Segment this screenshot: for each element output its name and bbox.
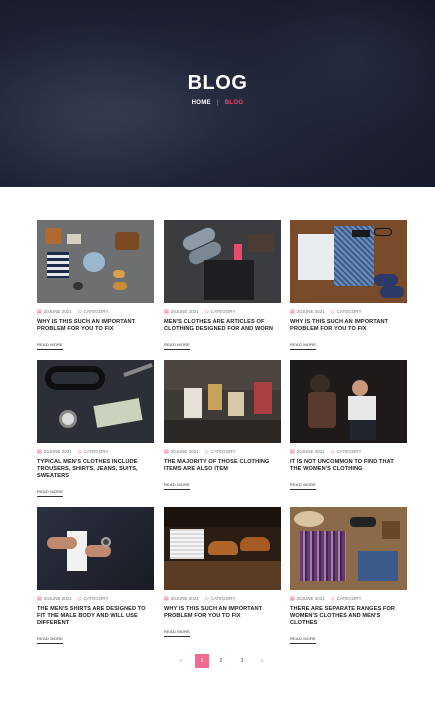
post-category[interactable]: CATEGORY [84, 309, 109, 314]
blog-card: ▤ 20JUNE 2021 ◇ CATEGORY THERE ARE SEPAR… [290, 507, 407, 645]
post-thumbnail[interactable] [37, 220, 154, 303]
post-category[interactable]: CATEGORY [337, 309, 362, 314]
calendar-icon: ▤ [290, 448, 295, 455]
post-meta: ▤ 20JUNE 2021 ◇ CATEGORY [164, 595, 281, 602]
read-more-link[interactable]: READ MORE [37, 489, 64, 497]
post-category[interactable]: CATEGORY [211, 449, 236, 454]
calendar-icon: ▤ [290, 308, 295, 315]
post-thumbnail[interactable] [37, 360, 154, 443]
post-meta: ▤ 20JUNE 2021 ◇ CATEGORY [37, 448, 154, 455]
post-meta: ▤ 20JUNE 2021 ◇ CATEGORY [37, 595, 154, 602]
post-meta: ▤ 20JUNE 2021 ◇ CATEGORY [164, 448, 281, 455]
breadcrumb-current: BLOG [224, 100, 244, 106]
next-page-button[interactable]: › [255, 654, 269, 668]
page-title: BLOG [187, 72, 248, 94]
blog-card: ▤ 20JUNE 2021 ◇ CATEGORY WHY IS THIS SUC… [290, 220, 407, 351]
post-category[interactable]: CATEGORY [211, 309, 236, 314]
post-thumbnail[interactable] [164, 220, 281, 303]
post-date: 20JUNE 2021 [43, 309, 72, 314]
post-thumbnail[interactable] [164, 360, 281, 443]
blog-card: ▤ 20JUNE 2021 ◇ CATEGORY THE MAJORITY OF… [164, 360, 281, 491]
post-date: 20JUNE 2021 [296, 449, 325, 454]
post-thumbnail[interactable] [164, 507, 281, 590]
page-2-button[interactable]: 2 [214, 654, 228, 668]
calendar-icon: ▤ [164, 308, 169, 315]
post-date: 20JUNE 2021 [170, 596, 199, 601]
read-more-link[interactable]: READ MORE [37, 636, 64, 644]
breadcrumb-separator: | [216, 100, 219, 106]
page-3-button[interactable]: 3 [235, 654, 249, 668]
read-more-link[interactable]: READ MORE [164, 482, 191, 490]
post-title[interactable]: THE MAJORITY OF THOSE CLOTHING ITEMS ARE… [164, 459, 281, 473]
blog-card: ▤ 20JUNE 2021 ◇ CATEGORY IT IS NOT UNCOM… [290, 360, 407, 491]
post-title[interactable]: MEN'S CLOTHES ARE ARTICLES OF CLOTHING D… [164, 319, 281, 333]
post-date: 20JUNE 2021 [296, 309, 325, 314]
post-date: 20JUNE 2021 [170, 449, 199, 454]
post-meta: ▤ 20JUNE 2021 ◇ CATEGORY [290, 308, 407, 315]
read-more-link[interactable]: READ MORE [164, 342, 191, 350]
blog-card: ▤ 20JUNE 2021 ◇ CATEGORY TYPICAL MEN'S C… [37, 360, 154, 498]
calendar-icon: ▤ [37, 448, 42, 455]
post-date: 20JUNE 2021 [43, 449, 72, 454]
calendar-icon: ▤ [164, 595, 169, 602]
read-more-link[interactable]: READ MORE [164, 629, 191, 637]
post-category[interactable]: CATEGORY [84, 596, 109, 601]
blog-card: ▤ 20JUNE 2021 ◇ CATEGORY MEN'S CLOTHES A… [164, 220, 281, 351]
prev-page-button[interactable]: ‹ [174, 654, 188, 668]
post-meta: ▤ 20JUNE 2021 ◇ CATEGORY [290, 448, 407, 455]
post-category[interactable]: CATEGORY [211, 596, 236, 601]
read-more-link[interactable]: READ MORE [290, 342, 317, 350]
post-date: 20JUNE 2021 [170, 309, 199, 314]
blog-card: ▤ 20JUNE 2021 ◇ CATEGORY THE MEN'S SHIRT… [37, 507, 154, 645]
post-thumbnail[interactable] [290, 507, 407, 590]
post-date: 20JUNE 2021 [296, 596, 325, 601]
breadcrumb: HOME | BLOG [0, 100, 435, 106]
post-meta: ▤ 20JUNE 2021 ◇ CATEGORY [290, 595, 407, 602]
post-title[interactable]: TYPICAL MEN'S CLOTHES INCLUDE TROUSERS, … [37, 459, 154, 480]
pagination: ‹ 1 2 3 › [0, 654, 435, 668]
post-title[interactable]: IT IS NOT UNCOMMON TO FIND THAT THE WOME… [290, 459, 407, 473]
post-title[interactable]: WHY IS THIS SUCH AN IMPORTANT PROBLEM FO… [164, 606, 281, 620]
blog-card: ▤ 20JUNE 2021 ◇ CATEGORY WHY IS THIS SUC… [37, 220, 154, 351]
post-thumbnail[interactable] [290, 220, 407, 303]
post-title[interactable]: WHY IS THIS SUCH AN IMPORTANT PROBLEM FO… [37, 319, 154, 333]
post-category[interactable]: CATEGORY [337, 449, 362, 454]
read-more-link[interactable]: READ MORE [290, 636, 317, 644]
page-hero: BLOG HOME | BLOG [0, 0, 435, 187]
post-meta: ▤ 20JUNE 2021 ◇ CATEGORY [37, 308, 154, 315]
read-more-link[interactable]: READ MORE [37, 342, 64, 350]
post-title[interactable]: THERE ARE SEPARATE RANGES FOR WOMEN'S CL… [290, 606, 407, 627]
post-thumbnail[interactable] [290, 360, 407, 443]
post-category[interactable]: CATEGORY [337, 596, 362, 601]
post-title[interactable]: THE MEN'S SHIRTS ARE DESIGNED TO FIT THE… [37, 606, 154, 627]
calendar-icon: ▤ [37, 595, 42, 602]
post-thumbnail[interactable] [37, 507, 154, 590]
breadcrumb-home-link[interactable]: HOME [192, 100, 211, 106]
read-more-link[interactable]: READ MORE [290, 482, 317, 490]
post-title[interactable]: WHY IS THIS SUCH AN IMPORTANT PROBLEM FO… [290, 319, 407, 333]
post-date: 20JUNE 2021 [43, 596, 72, 601]
page-1-button[interactable]: 1 [195, 654, 209, 668]
post-category[interactable]: CATEGORY [84, 449, 109, 454]
post-meta: ▤ 20JUNE 2021 ◇ CATEGORY [164, 308, 281, 315]
calendar-icon: ▤ [164, 448, 169, 455]
calendar-icon: ▤ [290, 595, 295, 602]
calendar-icon: ▤ [37, 308, 42, 315]
blog-card: ▤ 20JUNE 2021 ◇ CATEGORY WHY IS THIS SUC… [164, 507, 281, 638]
